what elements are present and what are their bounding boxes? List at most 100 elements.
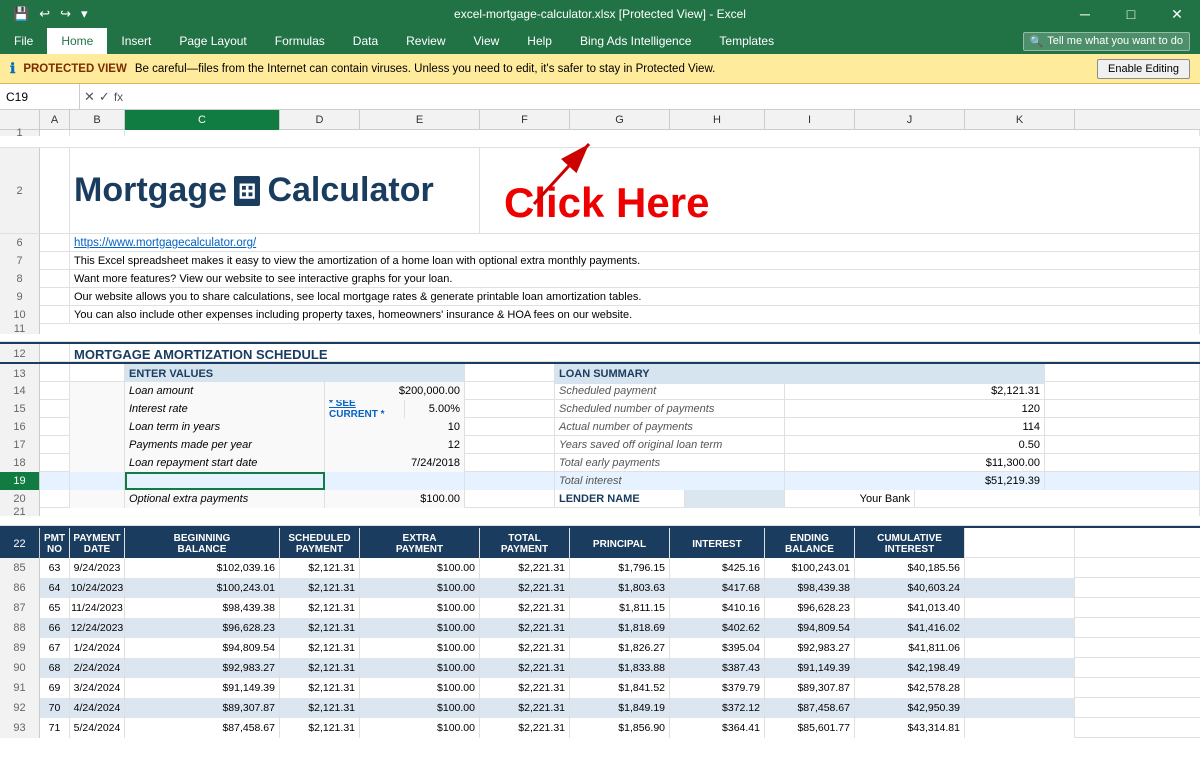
cell-k[interactable] <box>965 678 1075 698</box>
cell-principal[interactable]: $1,811.15 <box>570 598 670 618</box>
cell-beg-bal[interactable]: $96,628.23 <box>125 618 280 638</box>
cell-end-bal[interactable]: $89,307.87 <box>765 678 855 698</box>
cell-extra[interactable]: $100.00 <box>360 718 480 738</box>
col-header-b[interactable]: B <box>70 110 125 130</box>
maximize-button[interactable]: □ <box>1108 0 1154 28</box>
cell-b1[interactable] <box>70 130 125 136</box>
cell-f15[interactable] <box>465 400 555 418</box>
cell-principal[interactable]: $1,833.88 <box>570 658 670 678</box>
tab-review[interactable]: Review <box>392 28 459 54</box>
cell-date[interactable]: 11/24/2023 <box>70 598 125 618</box>
tab-help[interactable]: Help <box>513 28 566 54</box>
cell-end-bal[interactable]: $94,809.54 <box>765 618 855 638</box>
lender-name-value[interactable]: Your Bank <box>785 490 915 508</box>
cell-rest17[interactable] <box>1045 436 1200 454</box>
cell-a16[interactable] <box>40 418 70 436</box>
cell-principal[interactable]: $1,841.52 <box>570 678 670 698</box>
cell-total[interactable]: $2,221.31 <box>480 638 570 658</box>
cell-end-bal[interactable]: $96,628.23 <box>765 598 855 618</box>
cell-sched[interactable]: $2,121.31 <box>280 598 360 618</box>
total-interest-value[interactable]: $51,219.39 <box>785 472 1045 490</box>
cell-date[interactable]: 1/24/2024 <box>70 638 125 658</box>
col-header-k[interactable]: K <box>965 110 1075 130</box>
cell-sched[interactable]: $2,121.31 <box>280 638 360 658</box>
qa-dropdown-icon[interactable]: ▾ <box>78 4 91 24</box>
cell-total[interactable]: $2,221.31 <box>480 698 570 718</box>
cell-pmt[interactable]: 64 <box>40 578 70 598</box>
cell-cum-int[interactable]: $40,603.24 <box>855 578 965 598</box>
cell-b13[interactable] <box>70 364 125 384</box>
tab-bing[interactable]: Bing Ads Intelligence <box>566 28 705 54</box>
green-cell[interactable] <box>125 472 325 490</box>
col-header-c[interactable]: C <box>125 110 280 130</box>
cell-d19[interactable] <box>325 472 465 490</box>
cell-end-bal[interactable]: $85,601.77 <box>765 718 855 738</box>
cell-a6[interactable] <box>40 234 70 252</box>
tab-templates[interactable]: Templates <box>705 28 788 54</box>
cell-beg-bal[interactable]: $92,983.27 <box>125 658 280 678</box>
cell-pmt[interactable]: 70 <box>40 698 70 718</box>
cell-interest[interactable]: $410.16 <box>670 598 765 618</box>
cell-date[interactable]: 5/24/2024 <box>70 718 125 738</box>
ribbon-search[interactable]: 🔍 Tell me what you want to do <box>1023 32 1190 51</box>
cell-a8[interactable] <box>40 270 70 288</box>
cell-k[interactable] <box>965 598 1075 618</box>
cell-sched[interactable]: $2,121.31 <box>280 718 360 738</box>
loan-term-value[interactable]: 10 <box>325 418 465 436</box>
tab-data[interactable]: Data <box>339 28 392 54</box>
cell-date[interactable]: 12/24/2023 <box>70 618 125 638</box>
cell-interest[interactable]: $372.12 <box>670 698 765 718</box>
cell-a20[interactable] <box>40 490 70 508</box>
cell-total[interactable]: $2,221.31 <box>480 578 570 598</box>
cell-principal[interactable]: $1,803.63 <box>570 578 670 598</box>
cell-b15[interactable] <box>70 400 125 418</box>
cell-rest13[interactable] <box>1045 364 1200 384</box>
scheduled-payment-value[interactable]: $2,121.31 <box>785 382 1045 400</box>
cell-k[interactable] <box>965 638 1075 658</box>
cancel-formula-icon[interactable]: ✕ <box>84 89 95 105</box>
cell-end-bal[interactable]: $91,149.39 <box>765 658 855 678</box>
cell-b19[interactable] <box>70 472 125 490</box>
cell-beg-bal[interactable]: $98,439.38 <box>125 598 280 618</box>
confirm-formula-icon[interactable]: ✓ <box>99 89 110 105</box>
cell-rest19[interactable] <box>1045 472 1200 490</box>
cell-f16[interactable] <box>465 418 555 436</box>
cell-b17[interactable] <box>70 436 125 454</box>
close-button[interactable]: ✕ <box>1154 0 1200 28</box>
cell-extra[interactable]: $100.00 <box>360 698 480 718</box>
cell-a10[interactable] <box>40 306 70 324</box>
cell-principal[interactable]: $1,856.90 <box>570 718 670 738</box>
minimize-button[interactable]: ─ <box>1062 0 1108 28</box>
cell-total[interactable]: $2,221.31 <box>480 598 570 618</box>
cell-sched[interactable]: $2,121.31 <box>280 578 360 598</box>
cell-a9[interactable] <box>40 288 70 306</box>
cell-interest[interactable]: $417.68 <box>670 578 765 598</box>
cell-principal[interactable]: $1,818.69 <box>570 618 670 638</box>
cell-extra[interactable]: $100.00 <box>360 678 480 698</box>
cell-end-bal[interactable]: $87,458.67 <box>765 698 855 718</box>
cell-b20[interactable] <box>70 490 125 508</box>
cell-f20[interactable] <box>465 490 555 508</box>
cell-date[interactable]: 9/24/2023 <box>70 558 125 578</box>
cell-interest[interactable]: $395.04 <box>670 638 765 658</box>
cell-extra[interactable]: $100.00 <box>360 578 480 598</box>
cell-rest20[interactable] <box>915 490 1200 508</box>
cell-sched[interactable]: $2,121.31 <box>280 678 360 698</box>
cell-b16[interactable] <box>70 418 125 436</box>
cell-total[interactable]: $2,221.31 <box>480 558 570 578</box>
cell-a17[interactable] <box>40 436 70 454</box>
start-date-value[interactable]: 7/24/2018 <box>325 454 465 472</box>
cell-interest[interactable]: $379.79 <box>670 678 765 698</box>
total-early-value[interactable]: $11,300.00 <box>785 454 1045 472</box>
redo-icon[interactable]: ↪ <box>57 4 74 24</box>
cell-beg-bal[interactable]: $91,149.39 <box>125 678 280 698</box>
insert-function-icon[interactable]: fx <box>114 90 123 104</box>
cell-k[interactable] <box>965 658 1075 678</box>
col-header-f[interactable]: F <box>480 110 570 130</box>
cell-total[interactable]: $2,221.31 <box>480 678 570 698</box>
cell-b18[interactable] <box>70 454 125 472</box>
cell-a14[interactable] <box>40 382 70 400</box>
col-header-a[interactable]: A <box>40 110 70 130</box>
cell-cum-int[interactable]: $41,416.02 <box>855 618 965 638</box>
cell-cum-int[interactable]: $41,811.06 <box>855 638 965 658</box>
